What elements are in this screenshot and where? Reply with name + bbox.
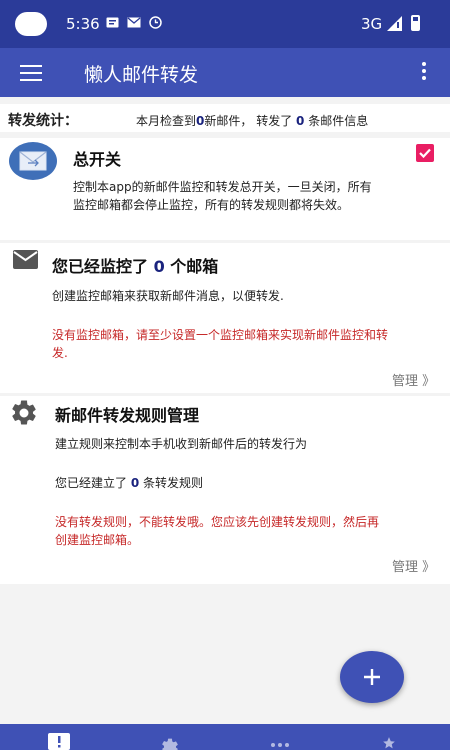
app-bar: 懒人邮件转发 bbox=[0, 48, 450, 97]
feedback-icon[interactable] bbox=[48, 733, 70, 750]
rules-count-suffix: 条转发规则 bbox=[139, 476, 204, 490]
master-switch-checkbox[interactable] bbox=[416, 144, 434, 162]
rules-description: 建立规则来控制本手机收到新邮件后的转发行为 bbox=[55, 437, 308, 451]
rules-count: 您已经建立了 0 条转发规则 bbox=[55, 474, 355, 492]
master-switch-card[interactable]: 总开关 控制本app的新邮件监控和转发总开关，一旦关闭，所有监控邮箱都会停止监控… bbox=[0, 138, 450, 240]
rules-title: 新邮件转发规则管理 bbox=[55, 406, 200, 425]
stats-text: 本月检查到0新邮件， 转发了 0 条邮件信息 bbox=[136, 112, 368, 129]
mailbox-count: 0 bbox=[153, 257, 165, 276]
camera-cutout bbox=[15, 12, 47, 36]
forward-stats: 转发统计： 本月检查到0新邮件， 转发了 0 条邮件信息 bbox=[0, 104, 450, 132]
stats-middle: 新邮件， 转发了 bbox=[204, 114, 297, 128]
signal-icon bbox=[387, 16, 402, 31]
mailbox-warning: 没有监控邮箱，请至少设置一个监控邮箱来实现新邮件监控和转发. bbox=[52, 328, 389, 360]
master-switch-title: 总开关 bbox=[73, 150, 122, 169]
mail-icon bbox=[13, 250, 38, 269]
more-vert-icon[interactable] bbox=[420, 62, 428, 84]
rules-card[interactable]: 新邮件转发规则管理 建立规则来控制本手机收到新邮件后的转发行为 您已经建立了 0… bbox=[0, 396, 450, 584]
clock-icon bbox=[149, 16, 162, 29]
mailbox-description: 创建监控邮箱来获取新邮件消息，以便转发. bbox=[52, 289, 284, 303]
settings-nav-icon[interactable] bbox=[158, 737, 182, 750]
status-bar: 5:36 3G bbox=[0, 0, 450, 48]
battery-icon bbox=[411, 15, 420, 31]
mailbox-title-prefix: 您已经监控了 bbox=[52, 257, 154, 276]
rules-count-prefix: 您已经建立了 bbox=[55, 476, 131, 490]
mailbox-card[interactable]: 您已经监控了 0 个邮箱 创建监控邮箱来获取新邮件消息，以便转发. 没有监控邮箱… bbox=[0, 243, 450, 393]
star-nav-icon[interactable] bbox=[378, 736, 400, 750]
add-button[interactable] bbox=[340, 651, 404, 703]
rules-count-value: 0 bbox=[130, 476, 140, 490]
mailbox-manage-link[interactable]: 管理 》 bbox=[392, 370, 435, 389]
network-type: 3G bbox=[361, 15, 383, 33]
stats-suffix: 条邮件信息 bbox=[304, 114, 369, 128]
master-switch-description: 控制本app的新邮件监控和转发总开关，一旦关闭，所有监控邮箱都会停止监控，所有的… bbox=[73, 180, 372, 212]
bottom-navigation bbox=[0, 724, 450, 750]
app-title: 懒人邮件转发 bbox=[84, 64, 199, 86]
rules-manage-link[interactable]: 管理 》 bbox=[392, 556, 435, 575]
hamburger-icon[interactable] bbox=[20, 65, 42, 81]
status-time: 5:36 bbox=[66, 15, 100, 33]
gear-icon bbox=[12, 400, 36, 425]
envelope-icon bbox=[9, 142, 57, 180]
stats-prefix: 本月检查到 bbox=[136, 114, 197, 128]
apps-nav-icon[interactable] bbox=[270, 740, 290, 750]
add-icon bbox=[364, 669, 380, 685]
stats-label: 转发统计： bbox=[8, 113, 78, 129]
message-icon bbox=[106, 17, 119, 27]
mailbox-title-suffix: 个邮箱 bbox=[164, 257, 219, 276]
notification-icons bbox=[106, 16, 162, 29]
rules-warning: 没有转发规则，不能转发哦。您应该先创建转发规则，然后再创建监控邮箱。 bbox=[55, 515, 380, 547]
mailbox-title: 您已经监控了 0 个邮箱 bbox=[52, 253, 218, 277]
email-notification-icon bbox=[127, 17, 141, 28]
